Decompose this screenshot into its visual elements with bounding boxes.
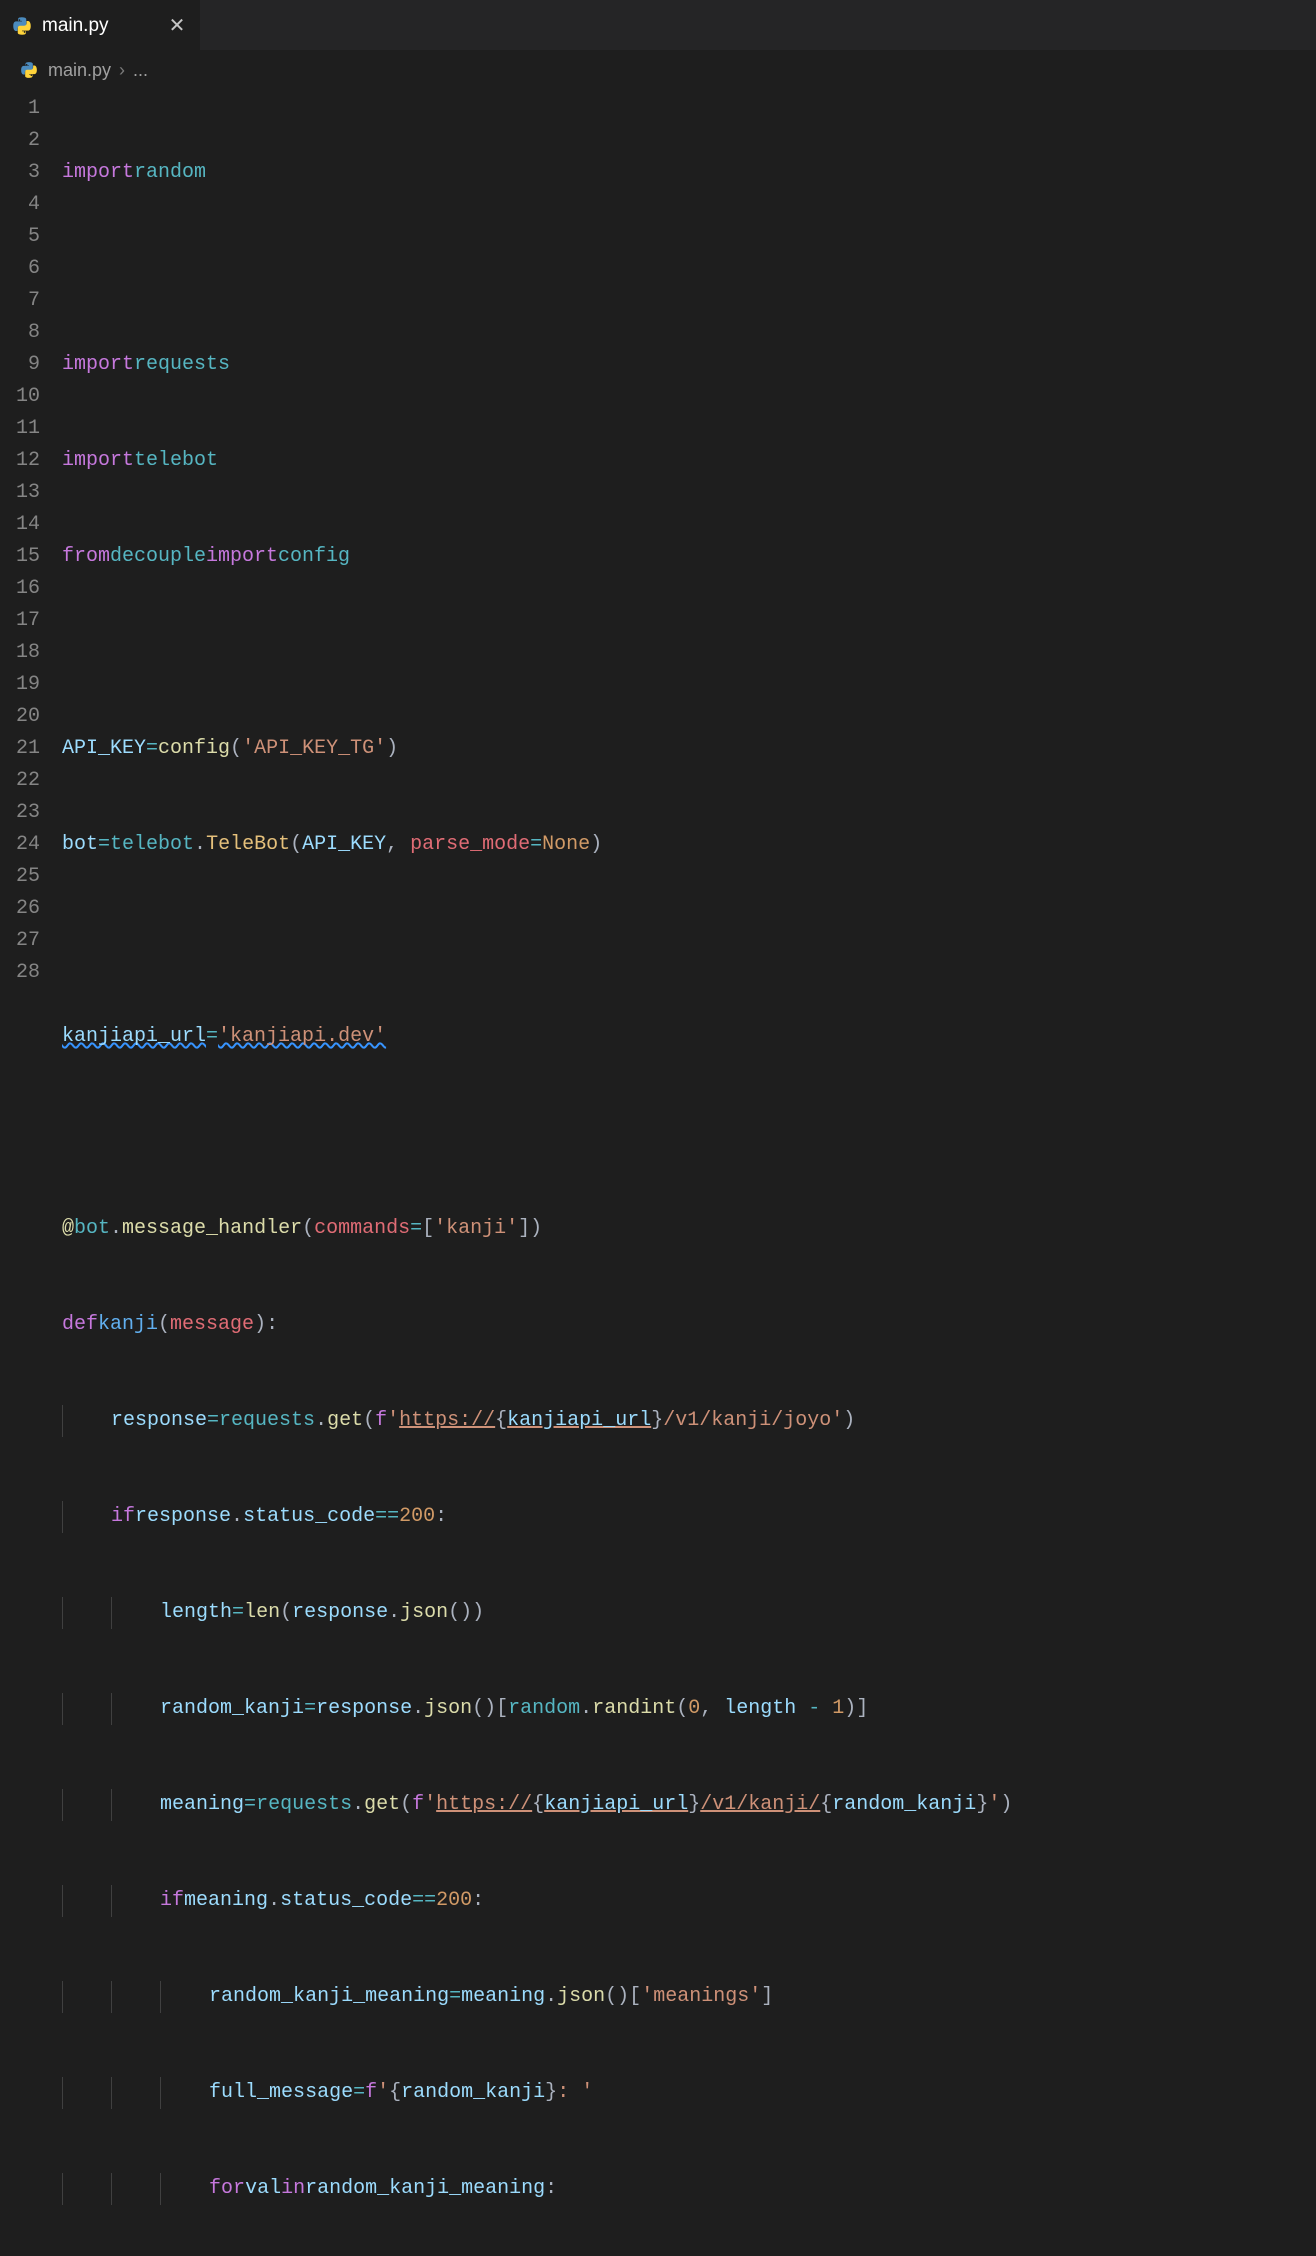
breadcrumb-rest: ...: [133, 60, 148, 81]
line-number: 15: [0, 541, 40, 573]
line-number: 17: [0, 605, 40, 637]
line-number: 22: [0, 765, 40, 797]
line-number: 25: [0, 861, 40, 893]
tab-bar: main.py ✕: [0, 0, 1316, 50]
python-icon: [20, 61, 40, 81]
line-number: 23: [0, 797, 40, 829]
line-number: 14: [0, 509, 40, 541]
line-number: 8: [0, 317, 40, 349]
tab-filename: main.py: [42, 15, 109, 37]
line-number: 3: [0, 157, 40, 189]
line-number: 19: [0, 669, 40, 701]
line-number: 12: [0, 445, 40, 477]
line-number: 4: [0, 189, 40, 221]
line-number: 13: [0, 477, 40, 509]
line-number: 6: [0, 253, 40, 285]
line-number: 7: [0, 285, 40, 317]
line-number: 5: [0, 221, 40, 253]
line-number: 18: [0, 637, 40, 669]
line-number: 9: [0, 349, 40, 381]
close-icon[interactable]: ✕: [166, 13, 188, 38]
line-number: 16: [0, 573, 40, 605]
line-number: 1: [0, 93, 40, 125]
line-number: 28: [0, 957, 40, 989]
line-number-gutter: 1234567891011121314151617181920212223242…: [0, 93, 62, 2256]
line-number: 10: [0, 381, 40, 413]
line-number: 20: [0, 701, 40, 733]
line-number: 11: [0, 413, 40, 445]
line-number: 26: [0, 893, 40, 925]
line-number: 21: [0, 733, 40, 765]
code-content[interactable]: import random import requests import tel…: [62, 93, 1316, 2256]
line-number: 27: [0, 925, 40, 957]
breadcrumb[interactable]: main.py › ...: [0, 50, 1316, 89]
breadcrumb-file: main.py: [48, 60, 111, 81]
line-number: 24: [0, 829, 40, 861]
chevron-right-icon: ›: [119, 60, 125, 81]
tab-main-py[interactable]: main.py ✕: [0, 0, 200, 50]
code-editor[interactable]: 1234567891011121314151617181920212223242…: [0, 89, 1316, 2256]
line-number: 2: [0, 125, 40, 157]
python-icon: [12, 16, 32, 36]
